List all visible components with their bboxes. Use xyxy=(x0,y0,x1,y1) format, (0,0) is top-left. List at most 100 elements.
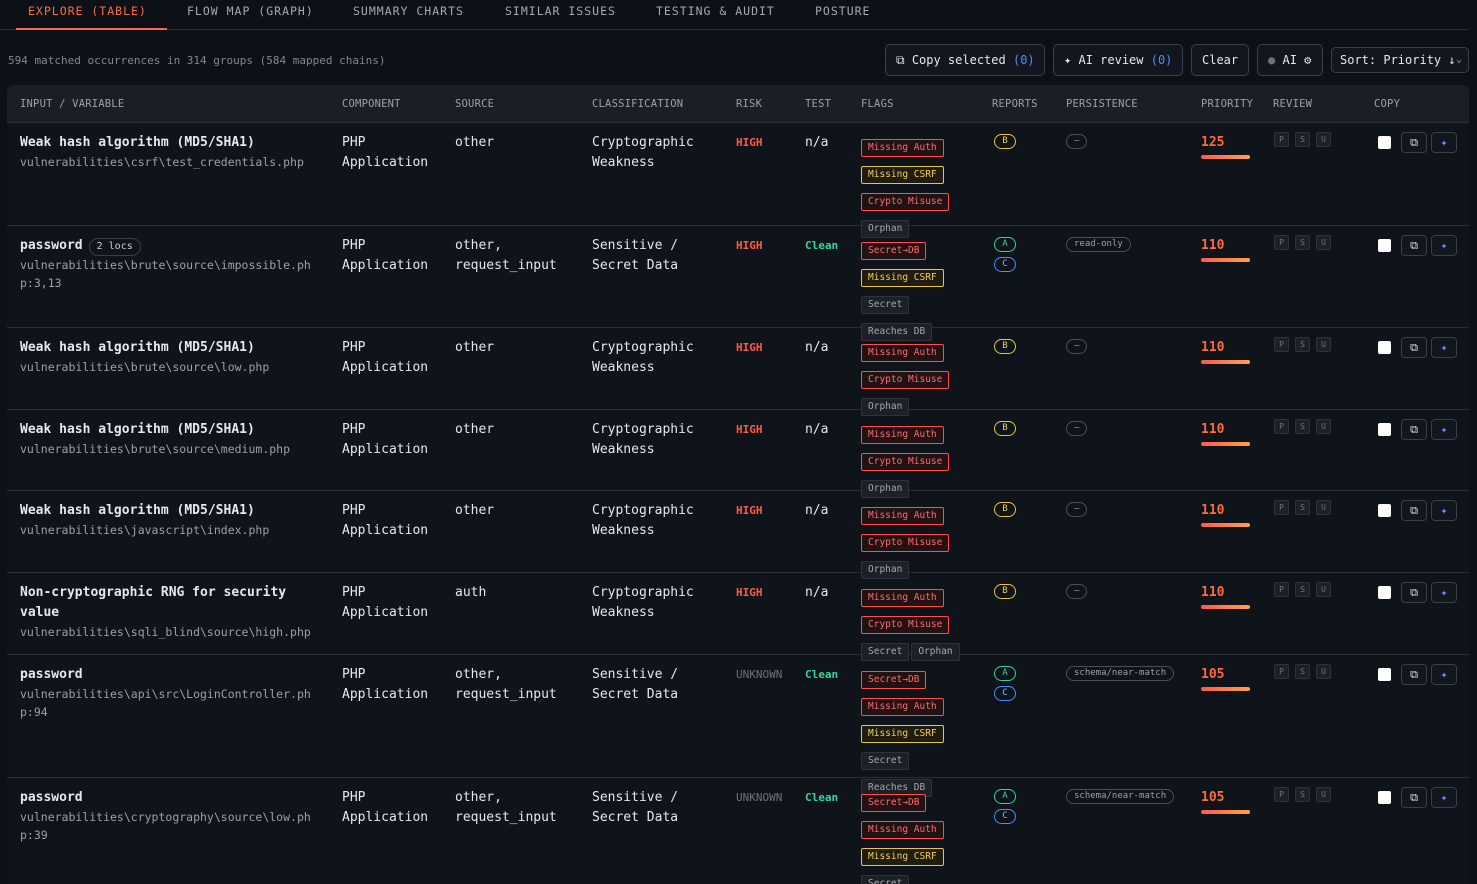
clear-button[interactable]: Clear xyxy=(1191,44,1249,76)
copy-selected-button[interactable]: ⧉ Copy selected (0) xyxy=(885,44,1045,76)
review-u-button[interactable]: U xyxy=(1316,235,1331,250)
tab-explore-table[interactable]: EXPLORE (TABLE) xyxy=(16,0,167,30)
review-p-button[interactable]: P xyxy=(1274,235,1289,250)
test-status: n/a xyxy=(805,340,829,355)
tab-summary-charts[interactable]: SUMMARY CHARTS xyxy=(353,0,464,29)
copy-row-button[interactable]: ⧉ xyxy=(1401,664,1427,685)
ai-settings-button[interactable]: ● AI ⚙ xyxy=(1257,44,1323,76)
column-header-reports[interactable]: REPORTS xyxy=(992,98,1038,110)
review-s-button[interactable]: S xyxy=(1295,132,1310,147)
report-badge[interactable]: C xyxy=(994,257,1016,272)
column-header-flags[interactable]: FLAGS xyxy=(861,98,894,110)
review-s-button[interactable]: S xyxy=(1295,787,1310,802)
copy-row-button[interactable]: ⧉ xyxy=(1401,337,1427,358)
review-s-button[interactable]: S xyxy=(1295,235,1310,250)
report-badge[interactable]: A xyxy=(994,789,1016,804)
review-u-button[interactable]: U xyxy=(1316,664,1331,679)
finding-title[interactable]: Weak hash algorithm (MD5/SHA1) xyxy=(20,422,255,437)
report-badge[interactable]: B xyxy=(994,502,1016,517)
copy-row-button[interactable]: ⧉ xyxy=(1401,787,1427,808)
ai-review-row-button[interactable]: ✦ xyxy=(1431,337,1457,358)
sort-label: Sort: Priority ↓ xyxy=(1340,53,1456,67)
review-s-button[interactable]: S xyxy=(1295,337,1310,352)
component-text: Application xyxy=(342,810,429,825)
ai-review-button[interactable]: ✦ AI review (0) xyxy=(1053,44,1183,76)
column-header-priority[interactable]: PRIORITY xyxy=(1201,98,1253,110)
review-p-button[interactable]: P xyxy=(1274,787,1289,802)
report-badge[interactable]: B xyxy=(994,421,1016,436)
review-p-button[interactable]: P xyxy=(1274,337,1289,352)
column-header-risk[interactable]: RISK xyxy=(736,98,762,110)
tab-testing-audit[interactable]: TESTING & AUDIT xyxy=(656,0,775,29)
report-badge[interactable]: B xyxy=(994,134,1016,149)
sort-select[interactable]: Sort: Priority ↓ ⌄ xyxy=(1331,47,1469,73)
component-text: Application xyxy=(342,360,429,375)
select-checkbox[interactable] xyxy=(1378,136,1391,149)
column-header-source[interactable]: SOURCE xyxy=(455,98,494,110)
copy-row-button[interactable]: ⧉ xyxy=(1401,582,1427,603)
select-checkbox[interactable] xyxy=(1378,239,1391,252)
review-u-button[interactable]: U xyxy=(1316,582,1331,597)
review-u-button[interactable]: U xyxy=(1316,787,1331,802)
column-header-test[interactable]: TEST xyxy=(805,98,831,110)
tab-posture[interactable]: POSTURE xyxy=(815,0,870,29)
risk-label: UNKNOWN xyxy=(736,668,783,681)
report-badge[interactable]: C xyxy=(994,809,1016,824)
persistence-badge: – xyxy=(1066,421,1088,436)
ai-review-row-button[interactable]: ✦ xyxy=(1431,664,1457,685)
select-checkbox[interactable] xyxy=(1378,423,1391,436)
copy-row-button[interactable]: ⧉ xyxy=(1401,500,1427,521)
review-u-button[interactable]: U xyxy=(1316,337,1331,352)
review-u-button[interactable]: U xyxy=(1316,132,1331,147)
ai-review-row-button[interactable]: ✦ xyxy=(1431,500,1457,521)
select-checkbox[interactable] xyxy=(1378,791,1391,804)
copy-row-button[interactable]: ⧉ xyxy=(1401,419,1427,440)
finding-title[interactable]: Weak hash algorithm (MD5/SHA1) xyxy=(20,340,255,355)
view-tabs: EXPLORE (TABLE) FLOW MAP (GRAPH) SUMMARY… xyxy=(0,0,1469,30)
column-header-component[interactable]: COMPONENT xyxy=(342,98,401,110)
ai-review-row-button[interactable]: ✦ xyxy=(1431,235,1457,256)
review-p-button[interactable]: P xyxy=(1274,132,1289,147)
review-s-button[interactable]: S xyxy=(1295,582,1310,597)
finding-title[interactable]: Non-cryptographic RNG for security value xyxy=(20,585,286,620)
column-header-classification[interactable]: CLASSIFICATION xyxy=(592,98,683,110)
review-u-button[interactable]: U xyxy=(1316,500,1331,515)
finding-title[interactable]: password xyxy=(20,238,83,253)
review-p-button[interactable]: P xyxy=(1274,419,1289,434)
column-header-copy[interactable]: COPY xyxy=(1374,98,1400,110)
column-header-input[interactable]: INPUT / VARIABLE xyxy=(20,98,124,110)
report-badge[interactable]: A xyxy=(994,237,1016,252)
review-u-button[interactable]: U xyxy=(1316,419,1331,434)
review-p-button[interactable]: P xyxy=(1274,664,1289,679)
report-badge[interactable]: C xyxy=(994,686,1016,701)
review-s-button[interactable]: S xyxy=(1295,419,1310,434)
report-badge[interactable]: B xyxy=(994,584,1016,599)
flag-badge: Crypto Misuse xyxy=(861,534,950,552)
finding-title[interactable]: password xyxy=(20,667,83,682)
copy-row-button[interactable]: ⧉ xyxy=(1401,132,1427,153)
copy-row-button[interactable]: ⧉ xyxy=(1401,235,1427,256)
ai-review-row-button[interactable]: ✦ xyxy=(1431,419,1457,440)
review-s-button[interactable]: S xyxy=(1295,664,1310,679)
review-p-button[interactable]: P xyxy=(1274,582,1289,597)
tab-flow-map[interactable]: FLOW MAP (GRAPH) xyxy=(187,0,314,29)
ai-review-row-button[interactable]: ✦ xyxy=(1431,787,1457,808)
finding-title[interactable]: Weak hash algorithm (MD5/SHA1) xyxy=(20,135,255,150)
review-s-button[interactable]: S xyxy=(1295,500,1310,515)
finding-title[interactable]: Weak hash algorithm (MD5/SHA1) xyxy=(20,503,255,518)
classification-text: Weakness xyxy=(592,605,655,620)
ai-review-row-button[interactable]: ✦ xyxy=(1431,132,1457,153)
review-p-button[interactable]: P xyxy=(1274,500,1289,515)
classification-cell: Cryptographic Weakness xyxy=(592,420,694,460)
column-header-review[interactable]: REVIEW xyxy=(1273,98,1312,110)
select-checkbox[interactable] xyxy=(1378,341,1391,354)
select-checkbox[interactable] xyxy=(1378,504,1391,517)
select-checkbox[interactable] xyxy=(1378,668,1391,681)
tab-similar-issues[interactable]: SIMILAR ISSUES xyxy=(505,0,616,29)
ai-review-row-button[interactable]: ✦ xyxy=(1431,582,1457,603)
report-badge[interactable]: B xyxy=(994,339,1016,354)
report-badge[interactable]: A xyxy=(994,666,1016,681)
column-header-persistence[interactable]: PERSISTENCE xyxy=(1066,98,1138,110)
finding-title[interactable]: password xyxy=(20,790,83,805)
select-checkbox[interactable] xyxy=(1378,586,1391,599)
